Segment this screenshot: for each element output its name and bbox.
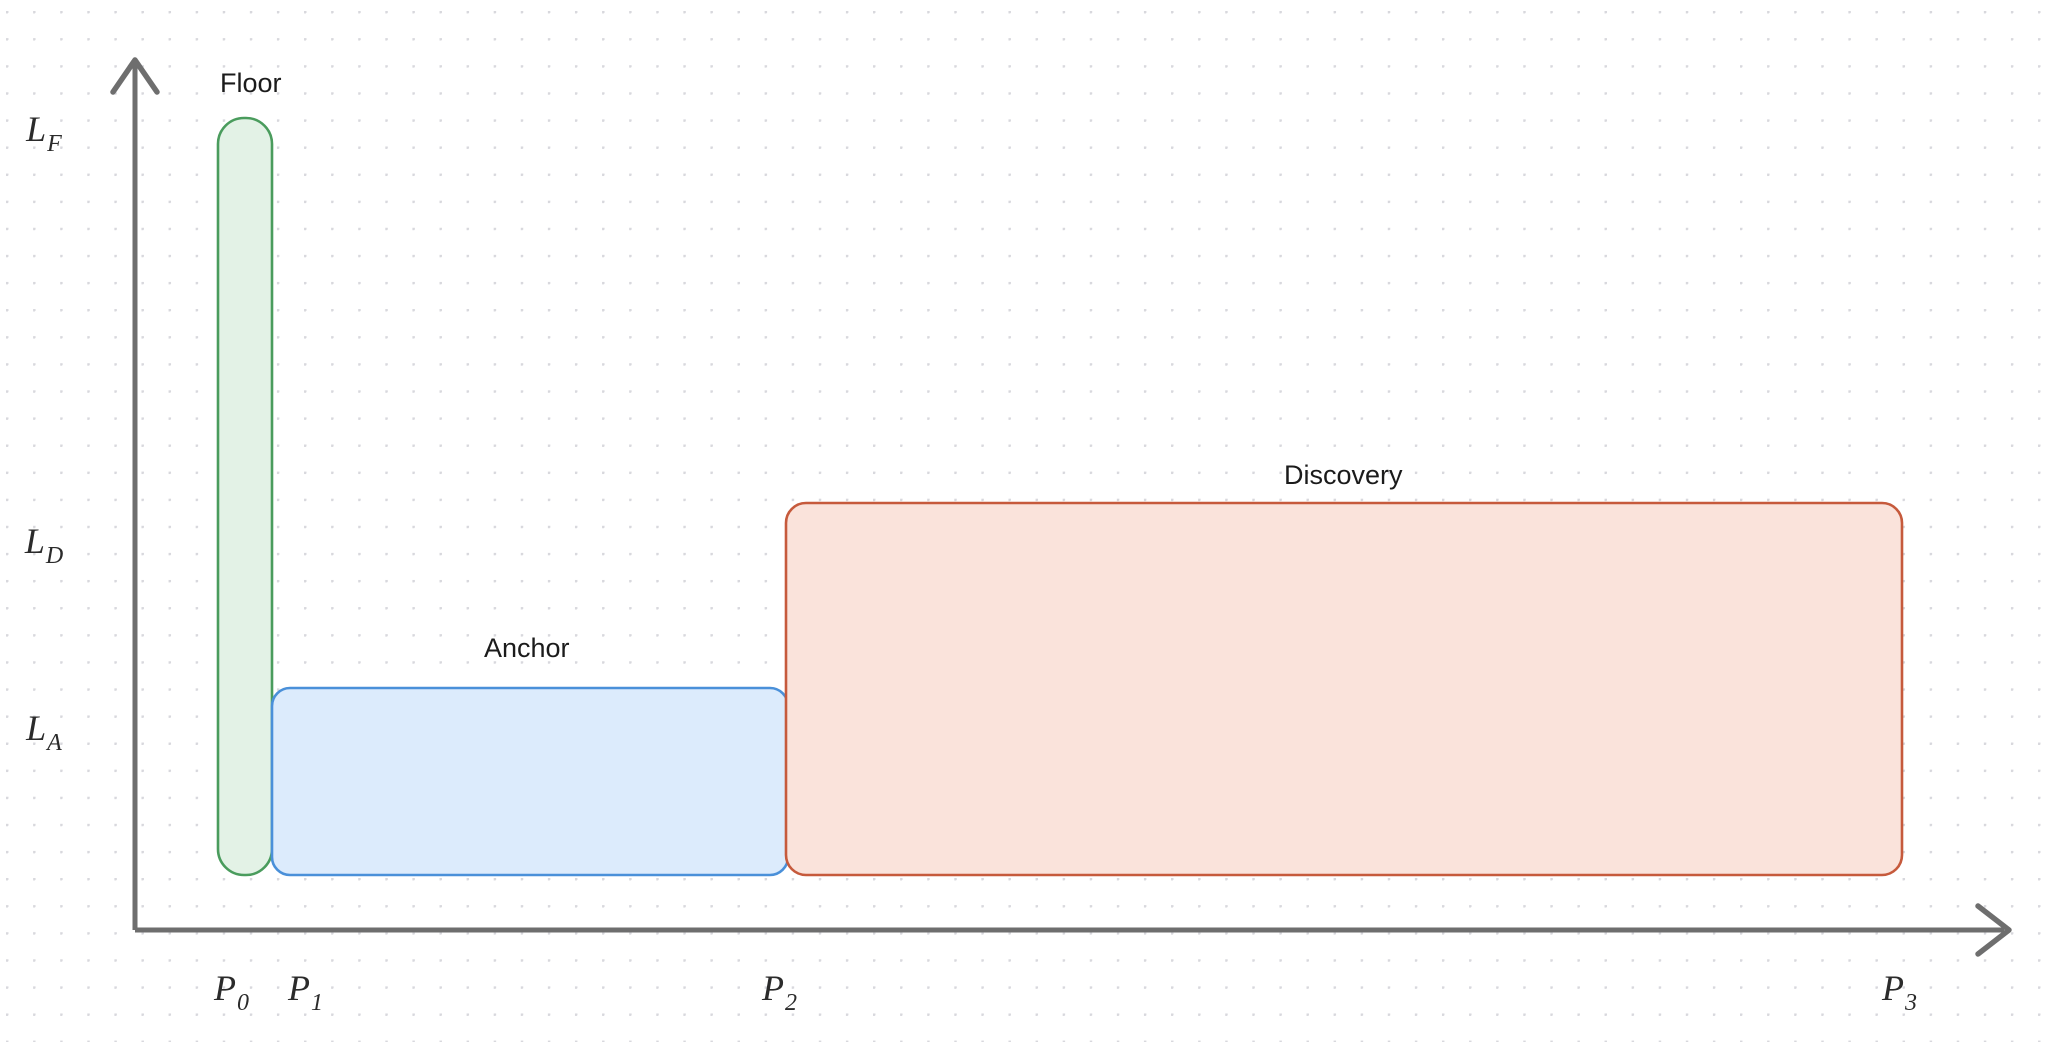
y-tick-label-ld: LD — [24, 521, 63, 569]
y-tick-label-lf: LF — [25, 109, 62, 157]
band-discovery[interactable]: Discovery — [784, 460, 1904, 877]
x-tick-label-p3: P3 — [1881, 968, 1917, 1016]
band-anchor-rect[interactable] — [270, 686, 790, 877]
x-tick-label-p0: P0 — [213, 968, 249, 1016]
band-anchor[interactable]: Anchor — [270, 633, 790, 877]
x-axis-tick-labels: P0 P1 P2 P3 — [213, 968, 1917, 1016]
band-floor-label: Floor — [220, 68, 282, 98]
band-discovery-label: Discovery — [1284, 460, 1403, 490]
y-tick-label-la: LA — [25, 708, 62, 756]
diagram-canvas: Floor Anchor Discovery LF LD LA P0 P1 P2… — [0, 0, 2054, 1042]
horizontal-axis — [135, 903, 2012, 957]
x-tick-label-p2: P2 — [761, 968, 797, 1016]
y-axis-tick-labels: LF LD LA — [24, 109, 63, 756]
vertical-axis — [110, 57, 160, 930]
band-floor-rect[interactable] — [216, 116, 274, 877]
diagram-svg: Floor Anchor Discovery LF LD LA P0 P1 P2… — [24, 57, 2012, 1016]
band-anchor-label: Anchor — [484, 633, 570, 663]
band-discovery-rect[interactable] — [784, 501, 1904, 877]
x-tick-label-p1: P1 — [287, 968, 323, 1016]
